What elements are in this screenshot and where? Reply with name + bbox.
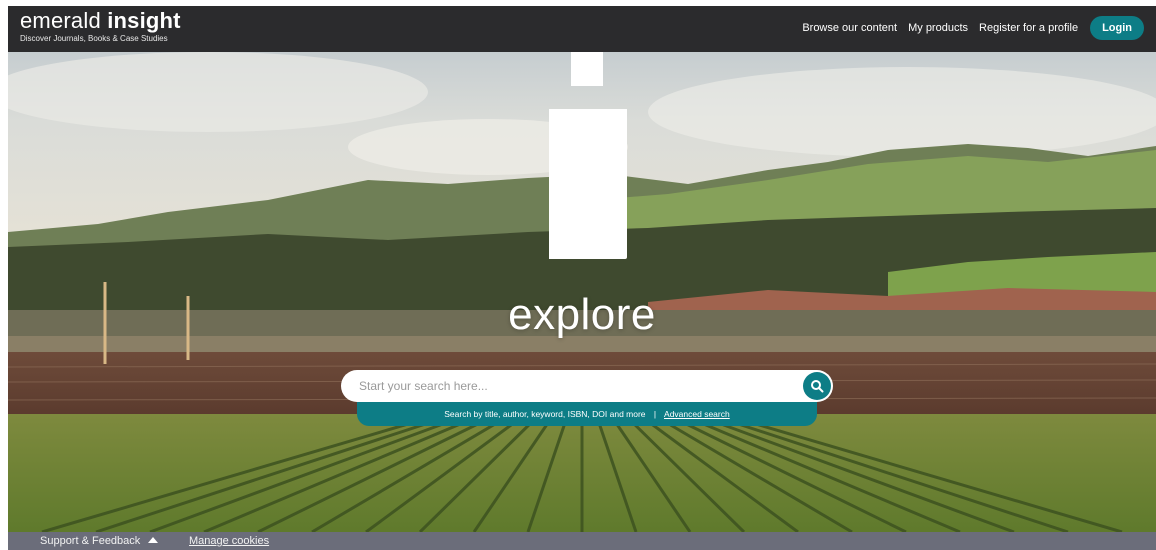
site-logo[interactable]: emerald insight Discover Journals, Books… — [20, 9, 181, 44]
caret-up-icon — [148, 537, 159, 543]
manage-cookies-link[interactable]: Manage cookies — [189, 535, 269, 547]
nav-register-profile[interactable]: Register for a profile — [979, 22, 1078, 34]
search-bar — [341, 370, 833, 402]
logo-wordmark: emerald insight — [20, 9, 181, 33]
nav-browse-content[interactable]: Browse our content — [802, 22, 897, 34]
page-frame: emerald insight Discover Journals, Books… — [8, 6, 1156, 550]
site-header: emerald insight Discover Journals, Books… — [8, 6, 1156, 52]
logo-tagline: Discover Journals, Books & Case Studies — [20, 34, 168, 43]
i-logo-dot — [571, 52, 603, 86]
search-help-text: Search by title, author, keyword, ISBN, … — [444, 409, 646, 419]
search-icon — [811, 380, 824, 393]
main-nav: Browse our content My products Register … — [791, 16, 1144, 40]
search-button[interactable] — [803, 372, 831, 400]
footer-bar: Support & Feedback Manage cookies — [8, 532, 1156, 550]
search-input[interactable] — [359, 370, 789, 402]
support-feedback-label: Support & Feedback — [40, 535, 141, 547]
logo-bold-text: insight — [107, 8, 181, 33]
login-button[interactable]: Login — [1090, 16, 1144, 40]
nav-my-products[interactable]: My products — [908, 22, 968, 34]
advanced-search-link[interactable]: Advanced search — [664, 409, 730, 419]
support-feedback-toggle[interactable]: Support & Feedback — [40, 535, 159, 547]
hero-banner: explore Search by title, author, keyword… — [8, 52, 1156, 532]
search-help-bar: Search by title, author, keyword, ISBN, … — [357, 402, 817, 426]
hero-heading: explore — [508, 290, 656, 339]
logo-light-text: emerald — [20, 8, 101, 33]
search-help-separator: | — [653, 409, 657, 419]
i-logo-graphic — [549, 109, 627, 259]
